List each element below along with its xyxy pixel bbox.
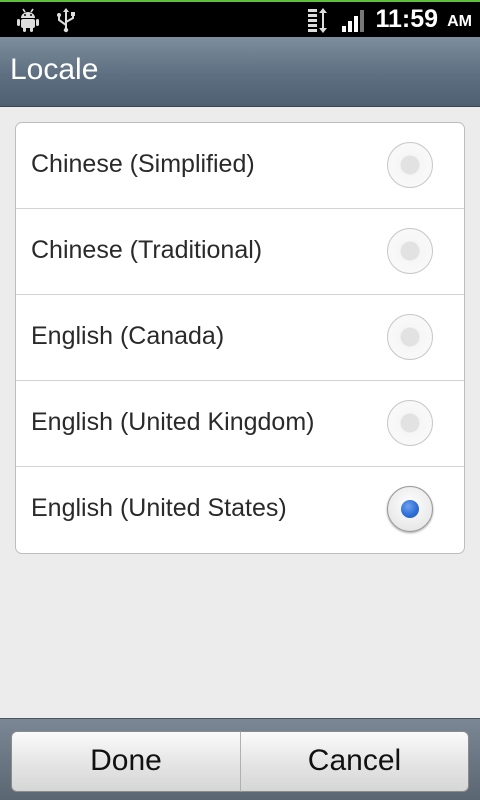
- radio-button-unselected[interactable]: [387, 400, 433, 446]
- radio-button-selected[interactable]: [387, 486, 433, 532]
- locale-item-chinese-simplified[interactable]: Chinese (Simplified): [16, 123, 464, 209]
- screen: 11:59 AM Locale Chinese (Simplified) Chi…: [0, 0, 480, 800]
- android-debug-icon: [17, 8, 39, 32]
- radio-button-unselected[interactable]: [387, 142, 433, 188]
- locale-item-label: Chinese (Traditional): [31, 236, 263, 264]
- status-bar: 11:59 AM: [0, 0, 480, 37]
- locale-item-label: English (United Kingdom): [31, 408, 315, 436]
- page-title: Locale: [10, 53, 99, 86]
- status-time: 11:59: [375, 5, 438, 33]
- locale-item-label: English (United States): [31, 494, 287, 522]
- usb-icon: [57, 8, 75, 33]
- locale-item-english-canada[interactable]: English (Canada): [16, 295, 464, 381]
- locale-item-label: Chinese (Simplified): [31, 150, 255, 178]
- radio-button-unselected[interactable]: [387, 314, 433, 360]
- radio-button-unselected[interactable]: [387, 228, 433, 274]
- cancel-button[interactable]: Cancel: [240, 731, 469, 792]
- data-transfer-icon: [308, 8, 327, 33]
- locale-item-label: English (Canada): [31, 322, 225, 350]
- bottom-button-bar: Done Cancel: [0, 718, 480, 800]
- locale-list: Chinese (Simplified) Chinese (Traditiona…: [15, 122, 465, 554]
- radio-selected-dot: [401, 500, 419, 518]
- signal-icon: [342, 10, 364, 32]
- locale-item-english-us[interactable]: English (United States): [16, 467, 464, 553]
- locale-item-english-uk[interactable]: English (United Kingdom): [16, 381, 464, 467]
- title-bar: Locale: [0, 37, 480, 107]
- locale-item-chinese-traditional[interactable]: Chinese (Traditional): [16, 209, 464, 295]
- status-ampm: AM: [447, 13, 472, 30]
- done-button[interactable]: Done: [11, 731, 241, 792]
